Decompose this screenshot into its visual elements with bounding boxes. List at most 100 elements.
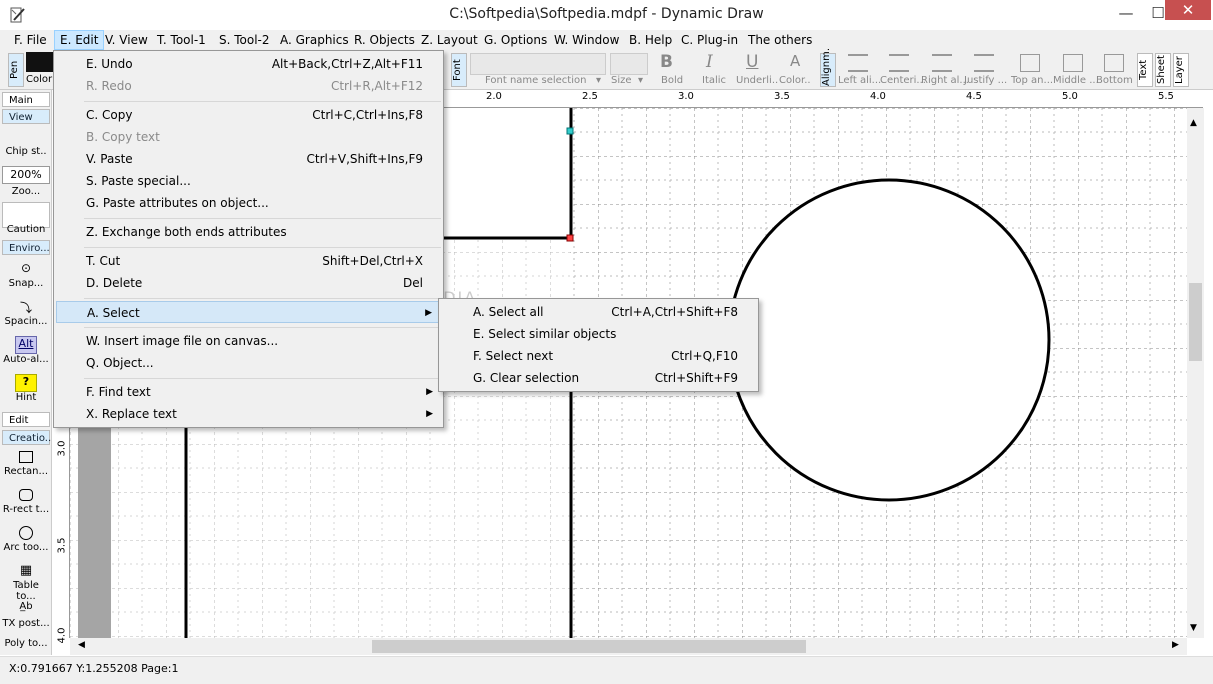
valign-top-icon[interactable] [1020,54,1040,72]
menu-tool-2[interactable]: S. Tool-2 [214,30,275,50]
menu-item-paste-attributes[interactable]: G. Paste attributes on object... [56,192,441,214]
status-bar: X:0.791667 Y:1.255208 Page:1 [0,656,1213,684]
zoom-label[interactable]: Zoo... [2,186,50,197]
creation-tab[interactable]: Creatio... [2,430,54,445]
menu-item-paste-special[interactable]: S. Paste special... [56,170,441,192]
italic-icon[interactable]: I [706,52,713,72]
menu-separator [84,218,441,219]
menu-help[interactable]: B. Help [624,30,677,50]
align-right-label: Right al... [921,75,969,86]
hint-button[interactable]: ? Hint [2,374,50,403]
menu-item-undo[interactable]: E. Undo Alt+Back,Ctrl+Z,Alt+F11 [56,53,441,75]
view-tab[interactable]: View [2,109,50,124]
menu-layout[interactable]: Z. Layout [416,30,483,50]
bold-icon[interactable]: B [660,52,673,72]
scroll-down-icon[interactable]: ▼ [1190,623,1197,633]
submenu-arrow-icon: ▶ [425,308,432,318]
submenu-item-select-all[interactable]: A. Select all Ctrl+A,Ctrl+Shift+F8 [441,301,756,323]
menu-item-insert-image[interactable]: W. Insert image file on canvas... [56,330,441,352]
menu-item-select[interactable]: A. Select ▶ [56,301,441,323]
menu-item-find-text[interactable]: F. Find text ▶ [56,381,441,403]
alignment-tab[interactable]: Alignm. [820,48,836,87]
vertical-scroll-thumb[interactable] [1189,283,1202,361]
menu-item-replace-text[interactable]: X. Replace text ▶ [56,403,441,425]
rounded-rect-tool-button[interactable]: R-rect t... [2,486,50,515]
menu-objects[interactable]: R. Objects [349,30,420,50]
arc-tool-button[interactable]: Arc too... [2,524,50,553]
menu-item-copy-text[interactable]: B. Copy text [56,126,441,148]
align-left-icon[interactable] [848,54,868,72]
align-center-label: Centeri... [880,75,926,86]
horizontal-scrollbar[interactable]: ◀ ▶ [70,638,1187,655]
text-tab[interactable]: Text [1137,53,1153,87]
valign-middle-icon[interactable] [1063,54,1083,72]
scroll-left-icon[interactable]: ◀ [78,640,85,650]
edit-tool-tab[interactable]: Edit too... [2,412,50,441]
font-color-icon[interactable]: A [790,52,800,70]
menu-separator [84,327,441,328]
menu-window[interactable]: W. Window [549,30,624,50]
poly-tool-label[interactable]: Poly to... [2,638,50,649]
font-name-select[interactable] [470,53,606,75]
ruler-tick-label: 3.0 [56,440,68,457]
tx-post-tool-button[interactable]: A̲b TX post... [2,600,50,629]
menu-item-redo[interactable]: R. Redo Ctrl+R,Alt+F12 [56,75,441,97]
menu-view[interactable]: V. View [100,30,153,50]
menu-item-copy[interactable]: C. Copy Ctrl+C,Ctrl+Ins,F8 [56,104,441,126]
valign-bottom-icon[interactable] [1104,54,1124,72]
submenu-item-select-similar[interactable]: E. Select similar objects [441,323,756,345]
ruler-tick-label: 5.0 [1062,91,1078,102]
menu-item-object[interactable]: Q. Object... [56,352,441,374]
chevron-down-icon: ▾ [638,75,644,86]
spacing-button[interactable]: ⤵ Spacin... [2,298,50,327]
rounded-rect-icon [15,486,37,504]
underline-icon[interactable]: U [746,52,758,72]
align-center-icon[interactable] [889,54,909,72]
menu-file[interactable]: F. File [9,30,52,50]
color-swatch[interactable] [26,52,54,72]
auto-align-button[interactable]: Alt Auto-al... [2,336,50,365]
horizontal-scroll-thumb[interactable] [372,640,806,653]
justify-icon[interactable] [974,54,994,72]
environment-tab[interactable]: Enviro... [2,240,50,255]
submenu-arrow-icon: ▶ [426,387,433,397]
rectangle-label: Rectan... [3,466,49,477]
top-ruler: 2.0 2.5 3.0 3.5 4.0 4.5 5.0 5.5 [443,90,1203,108]
font-tab[interactable]: Font [451,53,467,87]
menu-the-others[interactable]: The others [743,30,817,50]
menu-item-exchange-ends[interactable]: Z. Exchange both ends attributes [56,221,441,243]
zoom-value[interactable]: 200% [2,166,50,184]
ruler-tick-label: 4.5 [966,91,982,102]
menu-graphics[interactable]: A. Graphics [275,30,354,50]
ruler-tick-label: 3.0 [678,91,694,102]
submenu-item-clear-selection[interactable]: G. Clear selection Ctrl+Shift+F9 [441,367,756,389]
menu-item-paste[interactable]: V. Paste Ctrl+V,Shift+Ins,F9 [56,148,441,170]
page-margin [78,395,111,638]
scroll-up-icon[interactable]: ▲ [1190,118,1197,128]
snap-button[interactable]: ⊙ Snap... [2,260,50,289]
vertical-scrollbar[interactable]: ▲ ▼ [1187,108,1204,638]
align-right-icon[interactable] [932,54,952,72]
rectangle-tool-button[interactable]: Rectan... [2,448,50,477]
pen-tab[interactable]: Pen [8,53,24,87]
close-button[interactable]: ✕ [1165,0,1211,20]
menu-item-delete[interactable]: D. Delete Del [56,272,441,294]
menu-tool-1[interactable]: T. Tool-1 [152,30,211,50]
submenu-item-select-next[interactable]: F. Select next Ctrl+Q,F10 [441,345,756,367]
auto-align-label: Auto-al... [3,354,49,365]
chevron-down-icon: ▾ [596,75,602,86]
main-tab[interactable]: Main [2,92,50,107]
auto-align-icon: Alt [15,336,37,354]
table-tool-button[interactable]: ▦ Table to... [2,562,50,602]
font-size-label: Size [611,75,632,86]
menu-item-cut[interactable]: T. Cut Shift+Del,Ctrl+X [56,250,441,272]
layer-tab[interactable]: Layer [1173,53,1189,87]
scroll-right-icon[interactable]: ▶ [1172,640,1179,650]
menu-edit[interactable]: E. Edit [54,30,105,50]
font-size-select[interactable] [610,53,648,75]
menu-options[interactable]: G. Options [479,30,552,50]
sheet-tab[interactable]: Sheet [1155,53,1171,87]
bold-label: Bold [661,75,684,86]
chip-style-button[interactable]: Chip st.. [2,128,50,157]
menu-plugin[interactable]: C. Plug-in [676,30,743,50]
